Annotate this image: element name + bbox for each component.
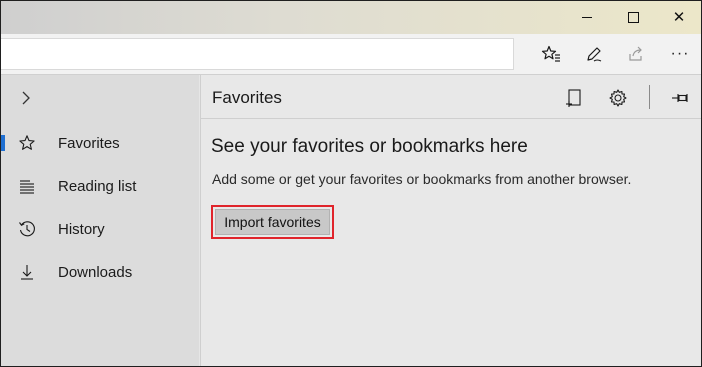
- gear-icon: [609, 89, 627, 107]
- favorites-star-icon: [541, 45, 560, 62]
- header-divider: [649, 85, 650, 109]
- address-bar[interactable]: [1, 38, 514, 70]
- minimize-icon: [582, 16, 592, 18]
- pin-icon: [672, 94, 688, 102]
- nav-item-history[interactable]: History: [1, 211, 199, 247]
- selected-indicator: [1, 135, 5, 151]
- nav-item-label: History: [58, 220, 105, 238]
- maximize-icon: [627, 11, 639, 23]
- nav-item-label: Favorites: [58, 134, 120, 152]
- minimize-button[interactable]: [564, 1, 610, 33]
- nav-item-downloads[interactable]: Downloads: [1, 254, 199, 290]
- more-icon: ···: [670, 45, 690, 62]
- toolbar: ···: [1, 34, 701, 75]
- close-button[interactable]: ✕: [656, 1, 701, 33]
- nav-item-label: Downloads: [58, 263, 133, 281]
- reading-list-icon: [18, 177, 36, 195]
- hub-header: Favorites: [201, 75, 701, 119]
- download-icon: [18, 263, 36, 281]
- close-icon: ✕: [672, 9, 686, 26]
- hub-title: Favorites: [212, 88, 282, 107]
- maximize-button[interactable]: [610, 1, 656, 33]
- star-icon: [18, 134, 36, 152]
- new-folder-icon: [566, 89, 581, 107]
- web-note-button[interactable]: [581, 41, 607, 67]
- browser-window: ✕ ··· Favorites Reading list History Dow…: [0, 0, 702, 367]
- pen-icon: [587, 47, 602, 62]
- more-button[interactable]: ···: [667, 41, 693, 67]
- nav-item-favorites[interactable]: Favorites: [1, 125, 199, 161]
- favorites-hub-panel: Favorites See your favorites or bookmark…: [200, 75, 701, 366]
- share-icon: [629, 46, 642, 61]
- nav-item-label: Reading list: [58, 177, 137, 195]
- hub-navigation-pane: Favorites Reading list History Downloads: [1, 75, 199, 366]
- pin-pane-button[interactable]: [669, 87, 691, 109]
- import-favorites-button[interactable]: Import favorites: [215, 209, 330, 235]
- add-folder-button[interactable]: [563, 87, 585, 109]
- empty-state-description: Add some or get your favorites or bookma…: [212, 171, 632, 187]
- nav-item-reading-list[interactable]: Reading list: [1, 168, 199, 204]
- chevron-right-icon[interactable]: [17, 89, 35, 107]
- history-icon: [18, 220, 36, 238]
- share-button[interactable]: [623, 41, 649, 67]
- empty-state-heading: See your favorites or bookmarks here: [211, 136, 528, 157]
- favorites-star-button[interactable]: [538, 41, 564, 67]
- title-bar: ✕: [1, 1, 701, 34]
- import-highlight-box: Import favorites: [211, 205, 334, 239]
- settings-button[interactable]: [607, 87, 629, 109]
